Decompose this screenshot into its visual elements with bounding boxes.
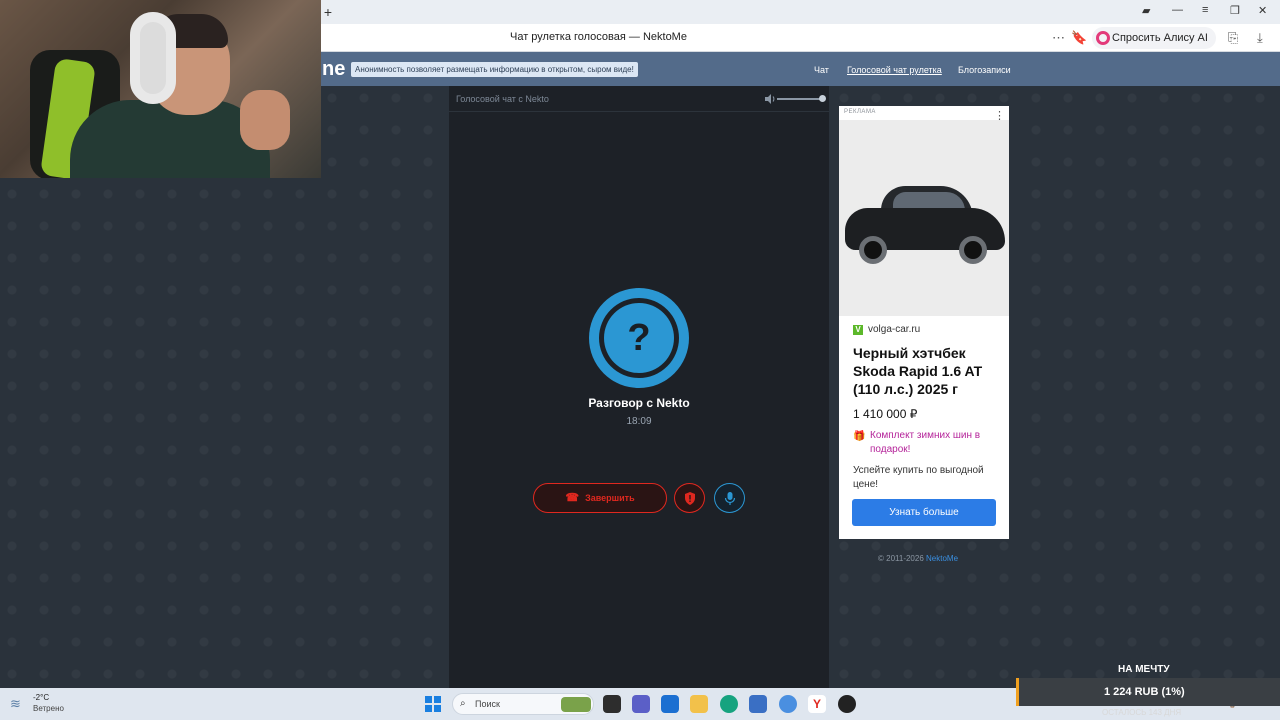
obs-icon[interactable]	[838, 695, 856, 713]
webcam-overlay	[0, 0, 321, 178]
new-tab-button[interactable]: +	[320, 4, 336, 20]
edge-icon[interactable]	[720, 695, 738, 713]
call-timer: 18:09	[626, 416, 652, 427]
headphones	[130, 12, 176, 104]
ad-description: Успейте купить по выгодной цене!	[853, 465, 984, 490]
ad-learn-more-button[interactable]: Узнать больше	[852, 499, 996, 526]
nav-voice-chat[interactable]: Голосовой чат рулетка	[847, 65, 942, 75]
store-icon[interactable]	[661, 695, 679, 713]
end-call-button[interactable]: ☎ Завершить	[533, 483, 667, 513]
weather-desc[interactable]: Ветрено	[33, 704, 64, 713]
chat-header-title: Голосовой чат с Nekto	[456, 94, 549, 104]
partner-avatar: ?	[589, 288, 689, 388]
car-rear-wheel	[959, 236, 987, 264]
donation-remaining: ОСТАЛОСЬ 143 ДНЯ	[1102, 708, 1182, 717]
close-icon[interactable]: ✕	[1258, 4, 1267, 17]
ad-domain[interactable]: Vvolga-car.ru	[853, 324, 920, 335]
weather-temp[interactable]: -2°C	[33, 693, 49, 702]
copyright-text: © 2011-2026	[878, 554, 924, 563]
anonymity-notice: Анонимность позволяет размещать информац…	[351, 62, 638, 77]
yandex-browser-icon[interactable]: Y	[808, 695, 826, 713]
ad-car-image[interactable]	[839, 120, 1009, 316]
end-call-label: Завершить	[585, 493, 635, 503]
window-title: Чат рулетка голосовая — NektoMe	[510, 31, 687, 43]
tab-manager-icon[interactable]: ▰	[1142, 4, 1150, 17]
advertisement[interactable]: РЕКЛАМА ⋮ Vvolga-car.ru Черный хэтчбек S…	[839, 106, 1009, 539]
report-button[interactable]	[674, 483, 705, 513]
search-placeholder: Поиск	[475, 699, 500, 709]
ad-promo-text: Комплект зимних шин в подарок!	[870, 430, 981, 455]
nav-blog[interactable]: Блогозаписи	[958, 65, 1011, 75]
ad-promo: 🎁 Комплект зимних шин в подарок!	[853, 429, 1003, 457]
copyright: © 2011-2026 NektoMe	[878, 554, 958, 563]
hangup-icon: ☎	[565, 492, 580, 504]
volume-slider-track[interactable]	[777, 98, 823, 100]
donation-title: НА МЕЧТУ	[1118, 664, 1170, 675]
taskbar-search[interactable]: ⌕ Поиск	[452, 693, 594, 715]
restore-icon[interactable]: ❐	[1230, 4, 1240, 17]
gift-icon: 🎁	[853, 431, 866, 442]
conversation-title: Разговор с Nekto	[588, 396, 690, 410]
microphone-button[interactable]	[714, 483, 745, 513]
teams-icon[interactable]	[632, 695, 650, 713]
ad-domain-text: volga-car.ru	[868, 324, 921, 335]
site-logo[interactable]: ne	[322, 58, 345, 81]
ad-label: РЕКЛАМА	[844, 109, 876, 115]
verified-icon: V	[853, 325, 863, 335]
chat-header: Голосовой чат с Nekto	[449, 86, 829, 112]
download-icon[interactable]: ⤓	[1257, 30, 1263, 46]
alice-button-label: Спросить Алису AI	[1112, 32, 1208, 44]
alice-icon	[1096, 31, 1110, 45]
shield-icon	[685, 492, 695, 505]
search-icon: ⌕	[460, 698, 466, 709]
search-highlight-image	[561, 697, 591, 712]
car-front-wheel	[859, 236, 887, 264]
ad-price: 1 410 000 ₽	[853, 407, 918, 421]
file-explorer-icon[interactable]	[690, 695, 708, 713]
microphone-icon	[724, 492, 736, 505]
volume-slider-knob[interactable]	[819, 95, 826, 102]
nav-chat[interactable]: Чат	[814, 65, 829, 75]
task-view-icon[interactable]	[603, 695, 621, 713]
volume-icon[interactable]	[764, 93, 776, 105]
ad-title[interactable]: Черный хэтчбек Skoda Rapid 1.6 AT (110 л…	[853, 344, 1003, 398]
menu-icon[interactable]: ≡	[1202, 4, 1208, 16]
more-icon[interactable]: ⋯	[1052, 30, 1065, 46]
bookmark-icon[interactable]: 🔖	[1071, 30, 1087, 46]
avatar-ring-gap: ?	[599, 298, 679, 378]
question-mark-icon: ?	[604, 303, 674, 373]
app-icon[interactable]	[749, 695, 767, 713]
brand-link[interactable]: NektoMe	[926, 554, 958, 563]
person-hand	[240, 90, 290, 150]
donation-amount: 1 224 RUB (1%)	[1104, 686, 1185, 698]
downloads-panel-icon[interactable]: ⎘	[1228, 30, 1238, 46]
voice-chat-panel: Голосовой чат с Nekto ? Разговор с Nekto…	[449, 86, 829, 688]
alice-button[interactable]: Спросить Алису AI	[1092, 27, 1216, 49]
messenger-icon[interactable]	[779, 695, 797, 713]
windows-start-icon[interactable]	[425, 696, 441, 712]
minimize-icon[interactable]: —	[1172, 4, 1183, 16]
weather-wind-icon[interactable]: ≋	[10, 696, 21, 712]
